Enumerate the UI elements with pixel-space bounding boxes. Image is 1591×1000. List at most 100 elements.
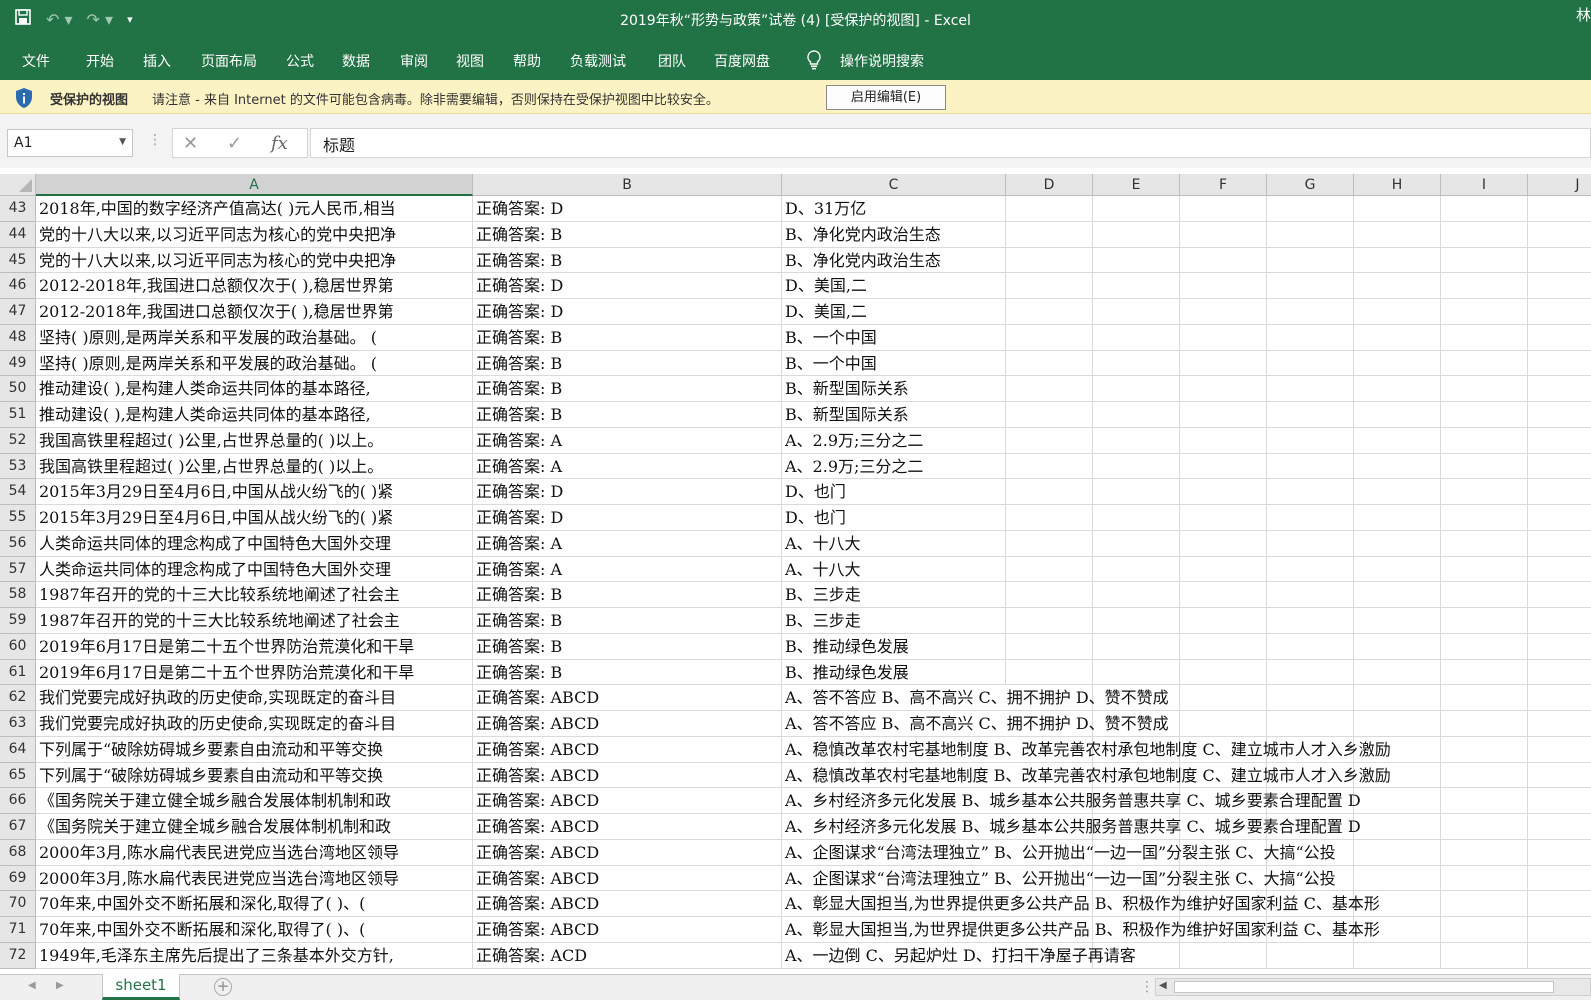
tab-team[interactable]: 团队 xyxy=(658,51,686,71)
cell-f[interactable] xyxy=(1180,221,1267,248)
cell-b[interactable]: 正确答案: ABCD xyxy=(473,891,782,917)
row-header[interactable]: 58 xyxy=(0,582,36,608)
cell-h[interactable] xyxy=(1354,299,1441,325)
cell-d[interactable] xyxy=(1006,196,1093,222)
cell-j[interactable] xyxy=(1528,351,1591,377)
cell-c[interactable]: A、一边倒 C、另起炉灶 D、打扫干净屋子再请客 xyxy=(782,943,1136,969)
cell-h[interactable] xyxy=(1354,402,1441,428)
cell-d[interactable] xyxy=(1006,273,1093,299)
cell-f[interactable] xyxy=(1180,376,1267,402)
cell-j[interactable] xyxy=(1528,402,1591,428)
column-header-d[interactable]: D xyxy=(1006,174,1093,196)
row-header[interactable]: 51 xyxy=(0,402,36,428)
cell-j[interactable] xyxy=(1528,428,1591,454)
cell-i[interactable] xyxy=(1441,556,1528,583)
cell-d[interactable] xyxy=(1006,608,1093,634)
row-header[interactable]: 56 xyxy=(0,530,36,557)
cell-j[interactable] xyxy=(1528,840,1591,866)
cell-b[interactable]: 正确答案: ABCD xyxy=(473,917,782,943)
cell-b[interactable]: 正确答案: A xyxy=(473,453,782,480)
column-header-g[interactable]: G xyxy=(1267,174,1354,196)
row-header[interactable]: 59 xyxy=(0,608,36,634)
cell-i[interactable] xyxy=(1441,865,1528,892)
cell-h[interactable] xyxy=(1354,608,1441,634)
cell-i[interactable] xyxy=(1441,891,1528,917)
column-header-b[interactable]: B xyxy=(473,174,782,196)
cell-b[interactable]: 正确答案: ABCD xyxy=(473,736,782,763)
cell-d[interactable] xyxy=(1006,376,1093,402)
cell-c[interactable]: D、美国,二 xyxy=(782,273,1006,299)
cell-b[interactable]: 正确答案: D xyxy=(473,479,782,505)
cell-j[interactable] xyxy=(1528,196,1591,222)
cell-a[interactable]: 2019年6月17日是第二十五个世界防治荒漠化和干旱 xyxy=(36,633,473,660)
cell-c[interactable]: B、推动绿色发展 xyxy=(782,633,1006,660)
cell-b[interactable]: 正确答案: ABCD xyxy=(473,711,782,737)
cancel-icon[interactable]: ✕ xyxy=(183,133,198,154)
cell-i[interactable] xyxy=(1441,711,1528,737)
cell-i[interactable] xyxy=(1441,324,1528,351)
cell-b[interactable]: 正确答案: D xyxy=(473,196,782,222)
cell-i[interactable] xyxy=(1441,453,1528,480)
enter-check-icon[interactable]: ✓ xyxy=(227,133,242,154)
cell-j[interactable] xyxy=(1528,891,1591,917)
cell-g[interactable] xyxy=(1267,427,1354,454)
cell-b[interactable]: 正确答案: ABCD xyxy=(473,788,782,814)
cell-a[interactable]: 坚持( )原则,是两岸关系和平发展的政治基础。 ( xyxy=(36,324,473,351)
cell-g[interactable] xyxy=(1267,530,1354,557)
cell-c[interactable]: D、也门 xyxy=(782,479,1006,505)
cell-h[interactable] xyxy=(1354,453,1441,480)
cell-d[interactable] xyxy=(1006,582,1093,608)
cell-e[interactable] xyxy=(1093,633,1180,660)
cell-g[interactable] xyxy=(1267,505,1354,531)
cell-f[interactable] xyxy=(1180,685,1267,711)
cell-j[interactable] xyxy=(1528,788,1591,814)
cell-j[interactable] xyxy=(1528,299,1591,325)
cell-d[interactable] xyxy=(1006,505,1093,531)
cell-c[interactable]: A、2.9万;三分之二 xyxy=(782,453,1006,480)
cell-g[interactable] xyxy=(1267,402,1354,428)
cell-g[interactable] xyxy=(1267,479,1354,505)
cell-e[interactable] xyxy=(1093,530,1180,557)
cell-j[interactable] xyxy=(1528,943,1591,969)
cell-b[interactable]: 正确答案: B xyxy=(473,582,782,608)
cell-c[interactable]: A、企图谋求“台湾法理独立” B、公开抛出“一边一国”分裂主张 C、大搞“公投 xyxy=(782,840,1336,866)
cell-i[interactable] xyxy=(1441,196,1528,222)
cell-c[interactable]: B、三步走 xyxy=(782,608,1006,634)
cell-c[interactable]: B、净化党内政治生态 xyxy=(782,221,1006,248)
cell-g[interactable] xyxy=(1267,299,1354,325)
cell-f[interactable] xyxy=(1180,196,1267,222)
cell-h[interactable] xyxy=(1354,685,1441,711)
horizontal-scrollbar[interactable]: ◀ xyxy=(1155,978,1591,996)
chevron-down-icon[interactable]: ▼ xyxy=(119,137,126,147)
cell-h[interactable] xyxy=(1354,865,1441,892)
cell-g[interactable] xyxy=(1267,273,1354,299)
scroll-left-icon[interactable]: ◀ xyxy=(28,980,36,991)
cell-b[interactable]: 正确答案: B xyxy=(473,376,782,402)
select-all-button[interactable] xyxy=(0,174,36,196)
cell-c[interactable]: A、乡村经济多元化发展 B、城乡基本公共服务普惠共享 C、城乡要素合理配置 D xyxy=(782,814,1361,840)
cell-h[interactable] xyxy=(1354,479,1441,505)
cell-i[interactable] xyxy=(1441,402,1528,428)
cell-i[interactable] xyxy=(1441,582,1528,608)
cell-a[interactable]: 70年来,中国外交不断拓展和深化,取得了( )、( xyxy=(36,917,473,943)
cell-e[interactable] xyxy=(1093,196,1180,222)
cell-d[interactable] xyxy=(1006,324,1093,351)
column-header-f[interactable]: F xyxy=(1180,174,1267,196)
resize-handle-icon[interactable]: ⋮ xyxy=(1140,979,1154,995)
cell-c[interactable]: B、推动绿色发展 xyxy=(782,659,1006,686)
cell-g[interactable] xyxy=(1267,247,1354,274)
cell-f[interactable] xyxy=(1180,427,1267,454)
tab-formulas[interactable]: 公式 xyxy=(286,51,314,71)
cell-h[interactable] xyxy=(1354,711,1441,737)
tab-data[interactable]: 数据 xyxy=(342,51,370,71)
cell-e[interactable] xyxy=(1093,299,1180,325)
cell-j[interactable] xyxy=(1528,608,1591,634)
cell-a[interactable]: 人类命运共同体的理念构成了中国特色大国外交理 xyxy=(36,556,473,583)
resize-handle-icon[interactable]: ⋮ xyxy=(148,132,162,148)
cell-i[interactable] xyxy=(1441,608,1528,634)
cell-c[interactable]: B、三步走 xyxy=(782,582,1006,608)
cell-e[interactable] xyxy=(1093,427,1180,454)
cell-d[interactable] xyxy=(1006,221,1093,248)
cell-g[interactable] xyxy=(1267,350,1354,377)
cell-j[interactable] xyxy=(1528,248,1591,274)
